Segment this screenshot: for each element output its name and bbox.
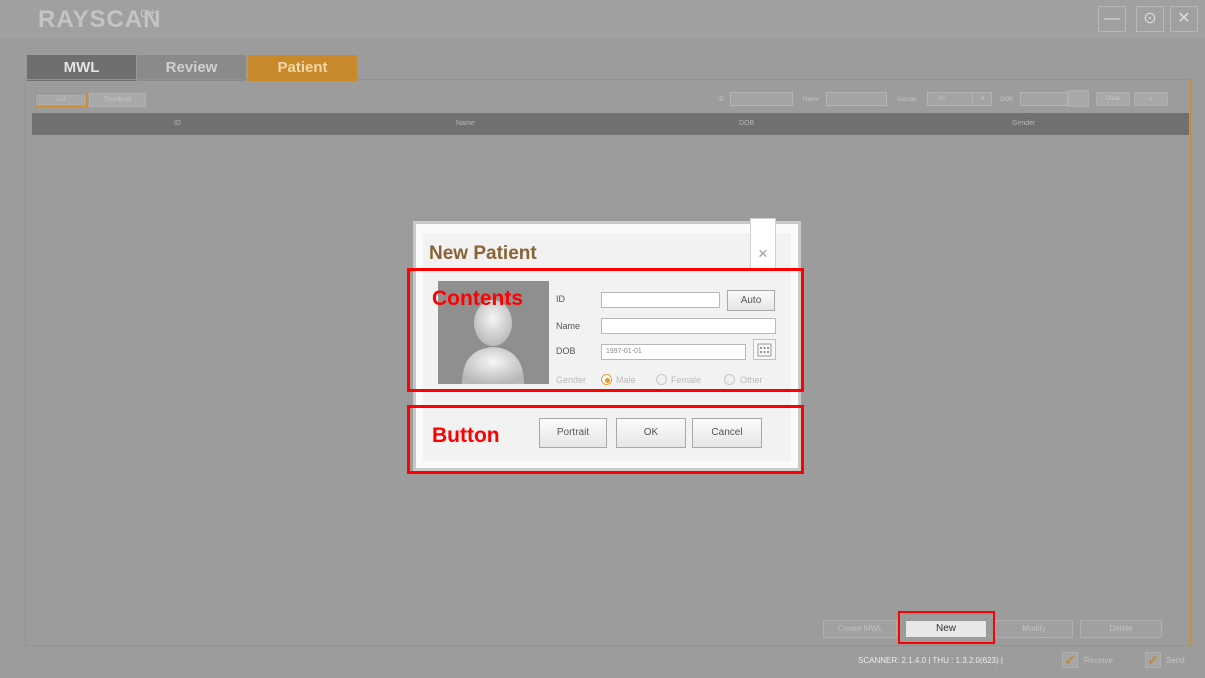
title-bar — [0, 0, 1205, 38]
modify-button[interactable]: Modify — [995, 620, 1073, 638]
clear-button[interactable]: Clear — [1096, 92, 1130, 106]
dialog-close-button[interactable]: × — [750, 218, 776, 270]
create-mwl-button[interactable]: Create MWL — [823, 620, 897, 638]
contents-annotation: Contents — [432, 287, 523, 310]
close-window-button[interactable]: ✕ — [1170, 6, 1198, 32]
version-status: SCANNER: 2.1.4.0 | THU : 1.3.2.0(623) | — [858, 656, 1003, 665]
button-annotation: Button — [432, 424, 500, 447]
minimize-button[interactable]: — — [1098, 6, 1126, 32]
send-label: Send — [1166, 656, 1185, 665]
column-header-gender[interactable]: Gender — [1012, 113, 1035, 135]
filter-name-label: Name — [803, 97, 820, 103]
settings-button[interactable]: ⊙ — [1136, 6, 1164, 32]
close-icon: × — [758, 244, 768, 263]
search-button[interactable]: ⌕ — [1134, 92, 1168, 106]
column-header-dob[interactable]: DOB — [739, 113, 754, 135]
tab-review[interactable]: Review — [137, 55, 246, 81]
filter-gender-select[interactable]: All ∨ — [927, 92, 992, 106]
filter-gender-value: All — [938, 96, 945, 102]
filter-id-label: ID — [718, 97, 724, 103]
column-header-id[interactable]: ID — [174, 113, 181, 135]
new-button-highlight — [898, 611, 995, 644]
list-view-button[interactable]: List — [35, 93, 87, 107]
calendar-icon[interactable] — [1068, 90, 1089, 107]
send-checkbox[interactable]: ✓ — [1145, 652, 1161, 668]
filter-gender-label: Gender — [897, 97, 918, 103]
app-logo-suffix: α+ — [140, 4, 157, 20]
patient-table-header: ID Name DOB Gender — [32, 113, 1189, 135]
tab-patient[interactable]: Patient — [248, 55, 357, 81]
filter-dob-label: DOB — [1000, 97, 1014, 103]
dialog-title: New Patient — [429, 243, 537, 264]
chevron-down-icon: ∨ — [972, 93, 992, 105]
filter-dob-input[interactable] — [1020, 92, 1068, 106]
receive-checkbox[interactable]: ✓ — [1062, 652, 1078, 668]
tab-mwl[interactable]: MWL — [27, 55, 136, 81]
filter-name-input[interactable] — [826, 92, 887, 106]
thumbnail-view-button[interactable]: Thumbnail — [89, 93, 146, 107]
delete-button[interactable]: Delete — [1080, 620, 1162, 638]
column-header-name[interactable]: Name — [456, 113, 475, 135]
filter-id-input[interactable] — [730, 92, 793, 106]
search-icon: ⌕ — [1148, 94, 1154, 103]
receive-label: Receive — [1084, 656, 1113, 665]
